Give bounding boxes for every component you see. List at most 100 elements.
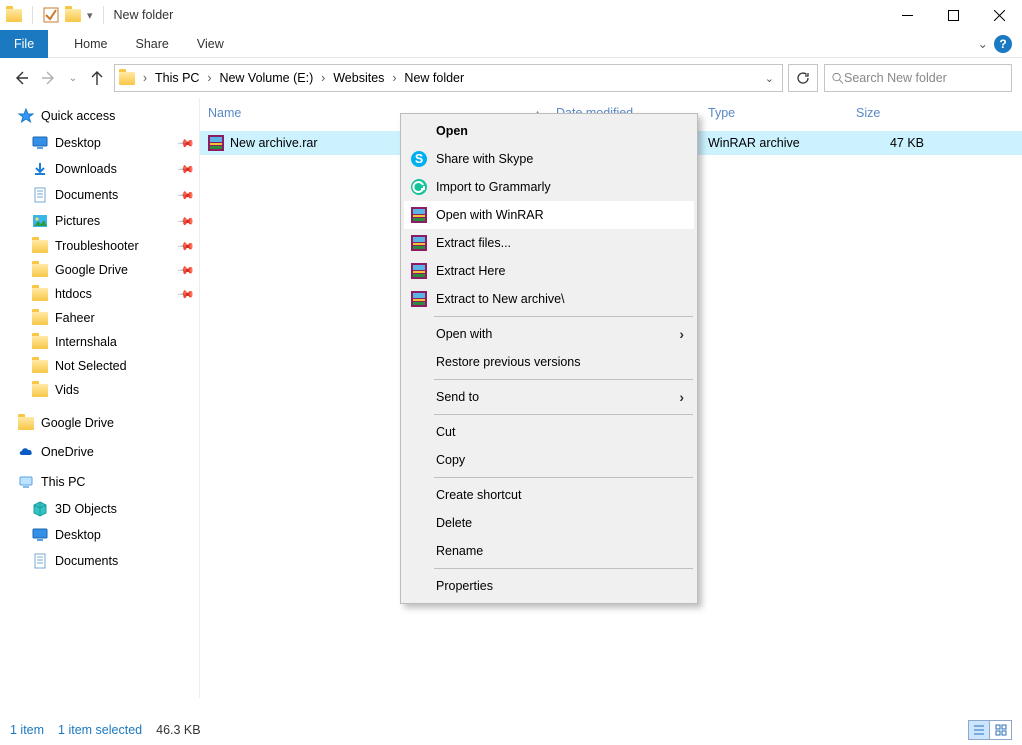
checkbox-icon[interactable] [43, 7, 59, 23]
recent-chevron[interactable]: ⌄ [66, 67, 80, 89]
file-list: Name▲ Date modified Type Size New archiv… [200, 98, 1022, 698]
dropdown-icon[interactable]: ▾ [87, 9, 93, 22]
breadcrumb-item[interactable]: Websites [333, 71, 384, 85]
address-dropdown-icon[interactable]: ⌄ [765, 72, 774, 85]
label: Cut [436, 425, 684, 439]
quick-access-heading[interactable]: Quick access [10, 108, 193, 124]
titlebar: ▾ New folder [0, 0, 1022, 30]
label: Internshala [55, 335, 117, 349]
tab-share[interactable]: Share [122, 30, 183, 58]
menu-extract-to[interactable]: Extract to New archive\ [404, 285, 694, 313]
label: Create shortcut [436, 488, 684, 502]
context-menu: Open Share with Skype Import to Grammarl… [400, 113, 698, 604]
pin-icon: 📌 [177, 261, 196, 280]
menu-properties[interactable]: Properties [404, 572, 694, 600]
folder-icon [32, 360, 48, 373]
minimize-button[interactable] [884, 0, 930, 30]
label: Desktop [55, 528, 101, 542]
file-tab[interactable]: File [0, 30, 48, 58]
sidebar-item-documents-pc[interactable]: Documents [10, 548, 193, 574]
tab-home[interactable]: Home [60, 30, 121, 58]
breadcrumb-item[interactable]: New Volume (E:) [219, 71, 313, 85]
label: Send to [436, 390, 671, 404]
folder-icon[interactable] [65, 9, 81, 22]
sidebar-item-this-pc[interactable]: This PC [10, 474, 193, 490]
sidebar-item-pictures[interactable]: Pictures📌 [10, 208, 193, 234]
column-type[interactable]: Type [708, 106, 856, 120]
tab-view[interactable]: View [183, 30, 238, 58]
menu-open-with[interactable]: Open with› [404, 320, 694, 348]
sidebar-item-onedrive[interactable]: OneDrive [10, 444, 193, 460]
back-button[interactable] [10, 67, 32, 89]
separator [434, 316, 693, 317]
file-name: New archive.rar [230, 136, 318, 150]
search-box[interactable] [824, 64, 1012, 92]
sidebar-item-google-drive[interactable]: Google Drive 📌 [10, 258, 193, 282]
sidebar-item-troubleshooter[interactable]: Troubleshooter📌 [10, 234, 193, 258]
breadcrumb-label: New folder [404, 71, 464, 85]
sidebar-item-faheer[interactable]: Faheer [10, 306, 193, 330]
label: Google Drive [55, 263, 128, 277]
quick-access-toolbar: ▾ [6, 6, 108, 24]
menu-create-shortcut[interactable]: Create shortcut [404, 481, 694, 509]
blank-icon [410, 388, 428, 406]
forward-button[interactable] [38, 67, 60, 89]
navigation-pane: Quick access Desktop📌 Downloads📌 Documen… [0, 98, 200, 698]
ribbon-expand-icon[interactable]: ⌄ [978, 36, 988, 51]
chevron-right-icon[interactable]: › [203, 71, 215, 85]
refresh-button[interactable] [788, 64, 818, 92]
close-button[interactable] [976, 0, 1022, 30]
sidebar-item-google-drive-root[interactable]: Google Drive [10, 416, 193, 430]
menu-delete[interactable]: Delete [404, 509, 694, 537]
view-details-button[interactable] [968, 720, 990, 740]
help-icon[interactable]: ? [994, 35, 1012, 53]
pin-icon: 📌 [177, 134, 196, 153]
label: Copy [436, 453, 684, 467]
up-button[interactable] [86, 67, 108, 89]
breadcrumb-item[interactable]: New folder [404, 71, 464, 85]
sidebar-item-downloads[interactable]: Downloads📌 [10, 156, 193, 182]
menu-extract-files[interactable]: Extract files... [404, 229, 694, 257]
view-thumbnails-button[interactable] [990, 720, 1012, 740]
menu-extract-here[interactable]: Extract Here [404, 257, 694, 285]
label: Open [436, 124, 684, 138]
chevron-right-icon[interactable]: › [317, 71, 329, 85]
address-bar[interactable]: › This PC › New Volume (E:) › Websites ›… [114, 64, 783, 92]
sidebar-item-documents[interactable]: Documents📌 [10, 182, 193, 208]
menu-copy[interactable]: Copy [404, 446, 694, 474]
label: Rename [436, 544, 684, 558]
label: Extract to New archive\ [436, 292, 684, 306]
sidebar-item-3d-objects[interactable]: 3D Objects [10, 496, 193, 522]
folder-icon [32, 312, 48, 325]
rar-icon [208, 135, 224, 151]
menu-send-to[interactable]: Send to› [404, 383, 694, 411]
chevron-right-icon[interactable]: › [139, 71, 151, 85]
chevron-right-icon[interactable]: › [388, 71, 400, 85]
sidebar-item-htdocs[interactable]: htdocs📌 [10, 282, 193, 306]
folder-icon [32, 264, 48, 277]
menu-share-skype[interactable]: Share with Skype [404, 145, 694, 173]
menu-open[interactable]: Open [404, 117, 694, 145]
breadcrumb-item[interactable]: This PC [155, 71, 199, 85]
file-size: 47 KB [856, 136, 936, 150]
label: Name [208, 106, 241, 120]
status-bar: 1 item 1 item selected 46.3 KB [0, 715, 1022, 745]
label: Downloads [55, 162, 117, 176]
sidebar-item-desktop-pc[interactable]: Desktop [10, 522, 193, 548]
document-icon [32, 187, 48, 203]
menu-cut[interactable]: Cut [404, 418, 694, 446]
menu-rename[interactable]: Rename [404, 537, 694, 565]
pin-icon: 📌 [177, 285, 196, 304]
sidebar-item-not-selected[interactable]: Not Selected [10, 354, 193, 378]
search-input[interactable] [844, 71, 1005, 85]
label: Open with WinRAR [436, 208, 684, 222]
menu-open-winrar[interactable]: Open with WinRAR [404, 201, 694, 229]
maximize-button[interactable] [930, 0, 976, 30]
sidebar-item-vids[interactable]: Vids [10, 378, 193, 402]
column-size[interactable]: Size [856, 106, 1022, 120]
menu-import-grammarly[interactable]: Import to Grammarly [404, 173, 694, 201]
menu-restore-versions[interactable]: Restore previous versions [404, 348, 694, 376]
sidebar-item-internshala[interactable]: Internshala [10, 330, 193, 354]
pin-icon: 📌 [177, 186, 196, 205]
sidebar-item-desktop[interactable]: Desktop📌 [10, 130, 193, 156]
